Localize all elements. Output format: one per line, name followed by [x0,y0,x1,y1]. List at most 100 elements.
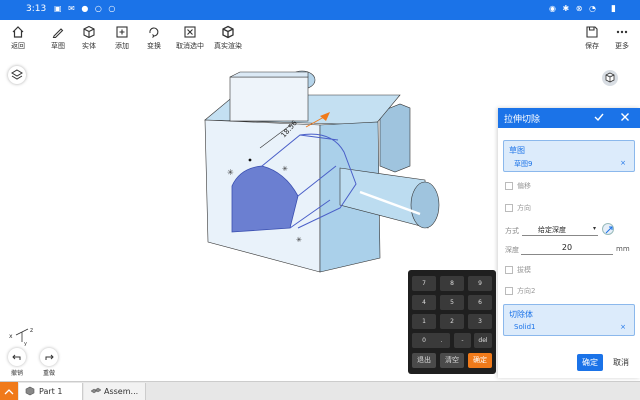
confirm-button[interactable]: 确定 [577,354,603,371]
body-selection-label: 切除体 [509,310,533,319]
deselect-button[interactable]: 取消选中 [172,24,208,54]
render-cube-icon [222,25,234,39]
save-icon [586,26,598,38]
status-notification-icons: ▣ ✉ ● ○ ○ [54,4,118,13]
main-toolbar: 返回 草图 实体 添加 变换 取消选中 真实渲染 保存 更多 [0,20,640,56]
body-selection-value: Solid1 [514,323,536,331]
deselect-label: 取消选中 [176,42,204,50]
svg-text:✳: ✳ [296,236,302,244]
transform-icon [149,27,159,38]
keypad-clear-button[interactable]: 清空 [440,353,464,368]
key-2[interactable]: 2 [440,314,464,329]
deselect-icon [184,26,196,38]
model-back-block [379,103,411,173]
assembly-icon [90,387,102,394]
model-cylinder-end [410,181,440,229]
tab-part1[interactable]: Part 1 [19,383,83,400]
key-5[interactable]: 5 [440,295,464,310]
key-4[interactable]: 4 [412,295,436,310]
undo-button[interactable]: 撤销 [6,348,28,378]
more-button[interactable]: 更多 [608,24,636,54]
view-cube[interactable] [602,70,618,86]
direction-checkbox-box[interactable] [505,204,513,212]
offset-checkbox-box[interactable] [505,182,513,190]
layers-icon [11,69,23,80]
panel-close-button[interactable] [618,110,632,124]
direction2-checkbox-box[interactable] [505,287,513,295]
render-button[interactable]: 真实渲染 [210,24,246,54]
save-label: 保存 [585,42,599,50]
more-label: 更多 [615,42,629,50]
status-system-icons: ◉ ✱ ⊗ ◔ [549,4,598,13]
panel-confirm-button[interactable] [592,110,606,124]
direction-label: 方向 [517,204,531,212]
key-3[interactable]: 3 [468,314,492,329]
back-button[interactable]: 返回 [0,24,36,54]
redo-circle[interactable] [40,348,58,366]
method-label: 方式 [505,227,519,235]
undo-label: 撤销 [10,370,23,377]
flip-arrow-icon [605,226,613,234]
view-cube-icon [605,72,615,83]
direction2-label: 方向2 [517,287,536,295]
tab-assembly[interactable]: Assem... [84,383,146,400]
key-9[interactable]: 9 [468,276,492,291]
undo-circle[interactable] [8,348,26,366]
save-button[interactable]: 保存 [578,24,606,54]
key-8[interactable]: 8 [440,276,464,291]
body-selection-box[interactable]: 切除体 Solid1 × [503,304,635,336]
sketch-selection-value: 草图9 [514,160,533,168]
more-dots-icon [616,30,628,34]
sketch-remove-icon[interactable]: × [620,159,626,167]
close-icon [621,113,629,121]
key-1[interactable]: 1 [412,314,436,329]
layers-button[interactable] [8,66,26,84]
keypad-ok-button[interactable]: 确定 [468,353,492,368]
model-top-boss-top [229,71,309,78]
tab-menu-button[interactable] [0,382,18,400]
axis-z-label: z [30,327,33,334]
cube-icon [83,25,95,39]
key-minus[interactable]: - [454,333,471,348]
numeric-keypad: 7 8 9 4 5 6 1 2 3 0 . - del 退出 清空 确定 [408,270,496,374]
tab-assembly-label: Assem... [104,387,139,396]
transform-label: 变换 [147,42,161,50]
draft-checkbox-box[interactable] [505,266,513,274]
solid-button[interactable]: 实体 [71,24,107,54]
method-select[interactable]: 给定深度 ▾ [522,224,598,236]
draft-label: 拔模 [517,266,531,274]
key-dot[interactable]: . [433,333,450,348]
offset-label: 偏移 [517,182,531,190]
sketch-selection-label: 草图 [509,146,525,155]
axis-indicator: x z y [9,327,33,346]
render-label: 真实渲染 [214,42,242,50]
depth-input[interactable]: 20 [521,243,613,255]
status-time: 3:13 [26,4,47,14]
body-remove-icon[interactable]: × [620,323,626,331]
tab-part1-label: Part 1 [39,387,63,396]
method-value: 给定深度 [538,226,566,234]
cancel-button[interactable]: 取消 [609,354,633,371]
key-6[interactable]: 6 [468,295,492,310]
home-icon [12,26,24,38]
battery-icon: ▮ [611,4,616,14]
add-button[interactable]: 添加 [104,24,140,54]
document-tab-bar: Part 1 Assem... [0,381,640,400]
redo-button[interactable]: 重做 [38,348,60,378]
keypad-exit-button[interactable]: 退出 [412,353,436,368]
add-box-icon [116,26,128,38]
depth-unit: mm [616,245,630,253]
transform-button[interactable]: 变换 [136,24,172,54]
check-icon [594,113,604,122]
svg-text:✳: ✳ [282,165,288,173]
back-label: 返回 [11,42,25,50]
key-7[interactable]: 7 [412,276,436,291]
add-label: 添加 [115,42,129,50]
redo-label: 重做 [42,370,55,377]
sketch-selection-box[interactable]: 草图 草图9 × [503,140,635,172]
solid-label: 实体 [82,42,96,50]
axis-x-label: x [9,333,13,340]
key-delete[interactable]: del [474,333,492,348]
flip-direction-button[interactable] [602,223,614,235]
pencil-icon [52,28,64,39]
